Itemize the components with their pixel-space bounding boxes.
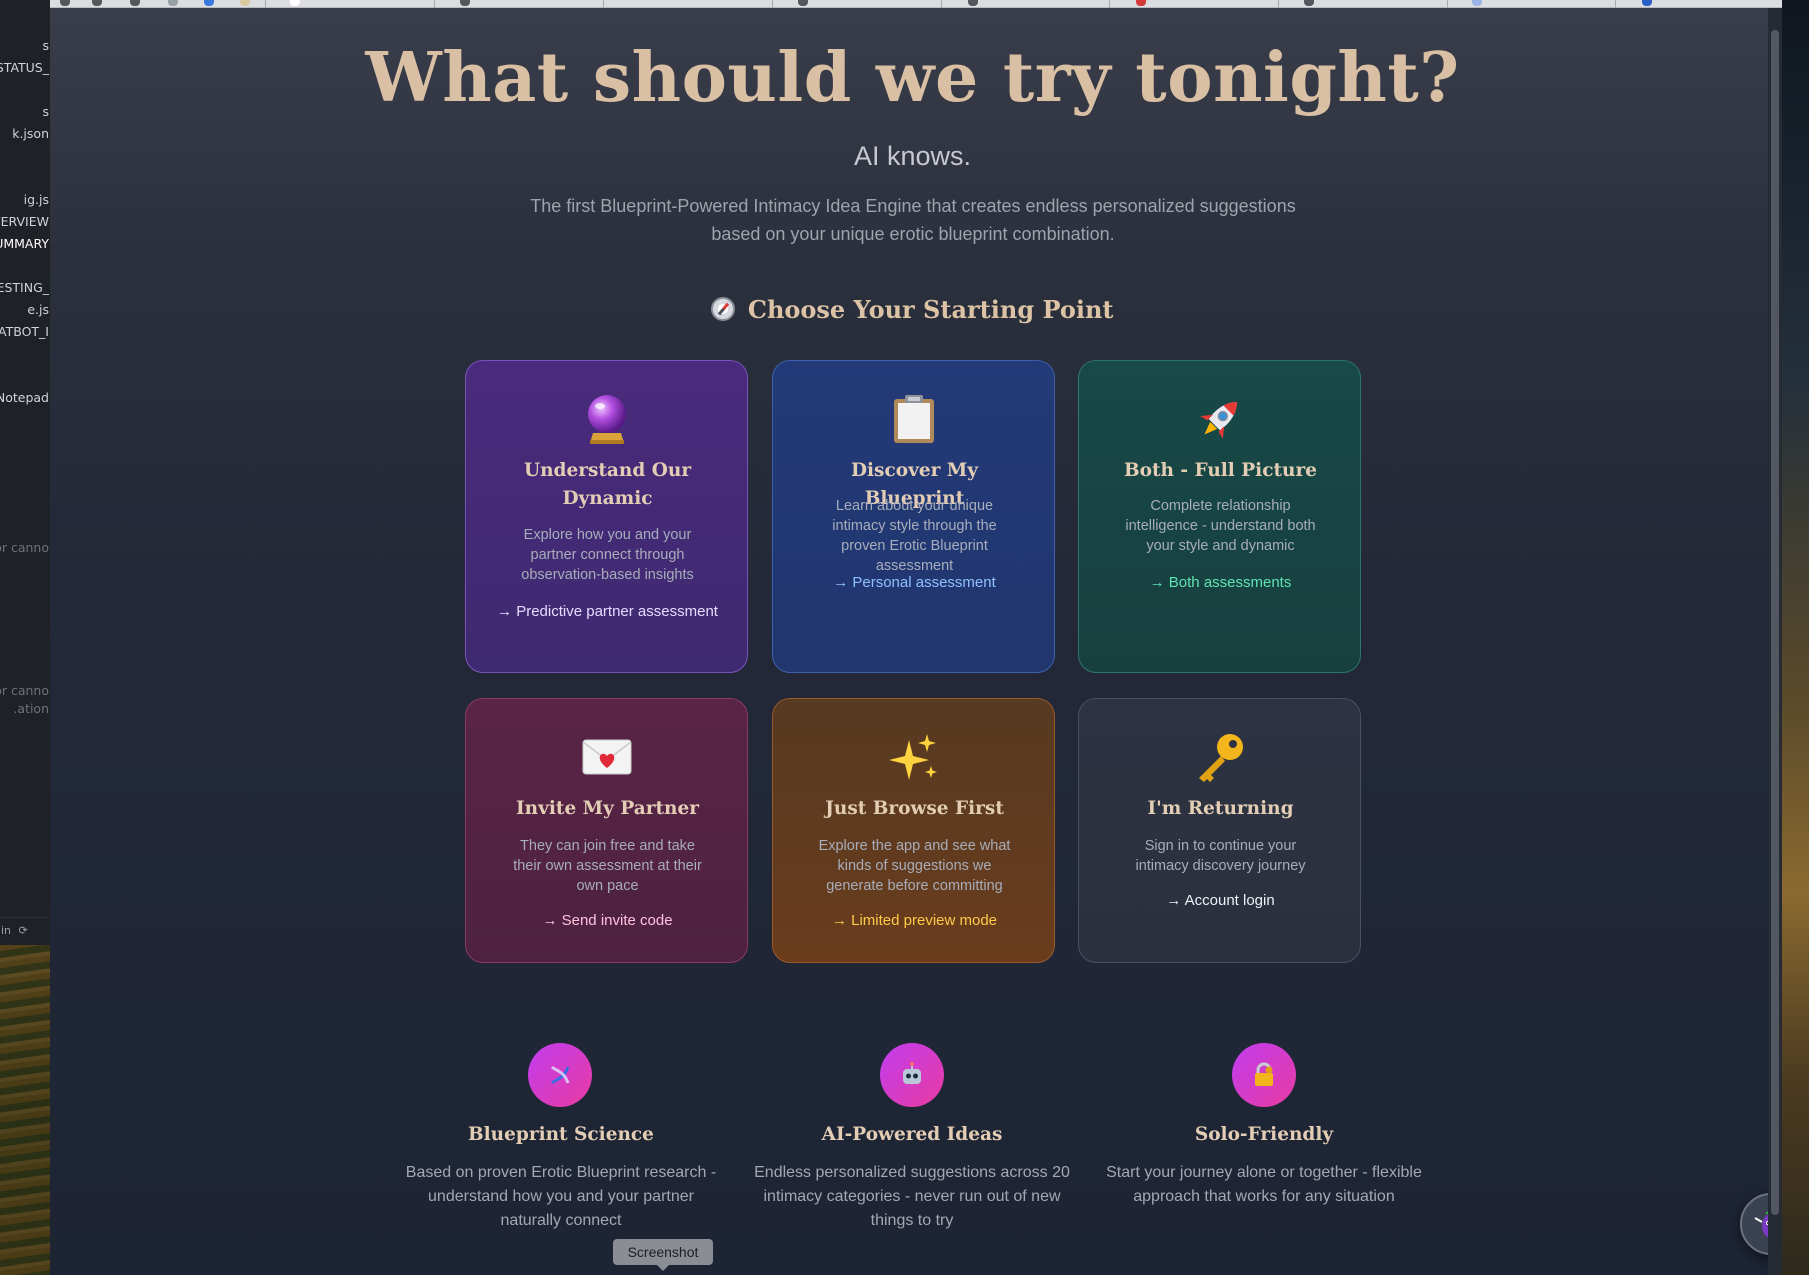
card-cta-link[interactable]: → Limited preview mode — [803, 911, 1026, 931]
screenshot-tooltip: Screenshot — [613, 1239, 713, 1271]
card-title: Both - Full Picture — [1123, 460, 1317, 481]
sidebar-file-item[interactable]: ig.js — [24, 192, 49, 207]
clipboard-icon — [773, 391, 1054, 447]
browser-window: What should we try tonight? AI knows. Th… — [50, 0, 1782, 1275]
sidebar-status-bar: in ⟳ — [0, 917, 50, 945]
feature-title: AI-Powered Ideas — [821, 1124, 1003, 1145]
card-title: Just Browse First — [825, 798, 1004, 819]
key-icon — [1079, 729, 1360, 785]
feature-description: Start your journey alone or together - f… — [1106, 1164, 1422, 1205]
feature-title: Solo-Friendly — [1194, 1124, 1334, 1145]
feature-title: Blueprint Science — [468, 1124, 654, 1145]
card-discover-blueprint[interactable]: Discover My Blueprint Learn about your u… — [772, 360, 1055, 673]
sidebar-hint-text: or canno — [0, 683, 49, 698]
feature-description: Based on proven Erotic Blueprint researc… — [405, 1164, 717, 1229]
feature-description: Endless personalized suggestions across … — [754, 1164, 1070, 1229]
page-scrollbar[interactable] — [1768, 8, 1782, 1275]
card-title: Understand Our Dynamic — [523, 460, 692, 509]
sidebar-file-item[interactable]: _TESTING — [0, 280, 49, 295]
sparkles-icon — [773, 729, 1054, 785]
card-description: Complete relationship intelligence - und… — [1125, 498, 1316, 554]
card-cta-link[interactable]: → Account login — [1109, 891, 1332, 911]
hero-description: The first Blueprint-Powered Intimacy Ide… — [530, 196, 1296, 244]
sidebar-file-item-active[interactable]: UMMARY — [0, 236, 49, 251]
sidebar-file-item[interactable]: ATBOT_I — [0, 324, 49, 339]
scrollbar-thumb[interactable] — [1771, 30, 1779, 1215]
lock-key-icon — [1232, 1043, 1296, 1107]
compass-icon — [711, 297, 736, 321]
card-description: Explore the app and see what kinds of su… — [818, 838, 1011, 894]
sidebar-file-item[interactable]: s — [42, 38, 49, 53]
card-understand-dynamic[interactable]: Understand Our Dynamic Explore how you a… — [465, 360, 748, 673]
card-description: They can join free and take their own as… — [513, 838, 702, 894]
card-title: Invite My Partner — [516, 798, 699, 819]
editor-file-sidebar: s _STATUS s k.json ig.js VERVIEW UMMARY … — [0, 0, 50, 945]
sidebar-file-item[interactable]: Notepad — [0, 390, 49, 405]
dna-icon — [528, 1043, 592, 1107]
sync-icon[interactable]: ⟳ — [19, 924, 28, 937]
card-description: Sign in to continue your intimacy discov… — [1135, 838, 1306, 874]
page-content: What should we try tonight? AI knows. Th… — [50, 0, 1782, 1275]
card-cta-link[interactable]: → Predictive partner assessment — [496, 602, 719, 622]
sidebar-file-item[interactable]: s — [42, 104, 49, 119]
card-cta-link[interactable]: → Both assessments — [1109, 573, 1332, 593]
sidebar-file-item[interactable]: _STATUS — [0, 60, 49, 75]
sidebar-file-item[interactable]: e.js — [27, 302, 49, 317]
crystal-ball-icon — [466, 391, 747, 447]
hero-title: What should we try tonight? — [365, 38, 1460, 118]
card-both-full-picture[interactable]: Both - Full Picture Complete relationshi… — [1078, 360, 1361, 673]
card-cta-link[interactable]: → Personal assessment — [803, 573, 1026, 593]
hero-subtitle: AI knows. — [853, 141, 972, 171]
love-letter-icon — [466, 729, 747, 785]
status-branch-label: in — [1, 924, 12, 937]
desktop-wallpaper-right — [1782, 0, 1809, 1275]
robot-icon — [880, 1043, 944, 1107]
section-heading: Choose Your Starting Point — [50, 295, 1775, 324]
sidebar-hint-text: or canno — [0, 540, 49, 555]
rocket-icon — [1079, 391, 1360, 447]
card-description: Explore how you and your partner connect… — [521, 527, 694, 583]
card-just-browse[interactable]: Just Browse First Explore the app and se… — [772, 698, 1055, 963]
card-description: Learn about your unique intimacy style t… — [832, 498, 997, 574]
card-cta-link[interactable]: → Send invite code — [496, 911, 719, 931]
card-invite-partner[interactable]: Invite My Partner They can join free and… — [465, 698, 748, 963]
sidebar-file-item[interactable]: VERVIEW — [0, 214, 49, 229]
sidebar-hint-text: ation. — [13, 701, 49, 716]
desktop-wallpaper-left — [0, 945, 50, 1275]
card-returning[interactable]: I'm Returning Sign in to continue your i… — [1078, 698, 1361, 963]
sidebar-file-item[interactable]: k.json — [12, 126, 49, 141]
section-heading-text: Choose Your Starting Point — [747, 295, 1114, 324]
card-title: I'm Returning — [1147, 798, 1294, 819]
